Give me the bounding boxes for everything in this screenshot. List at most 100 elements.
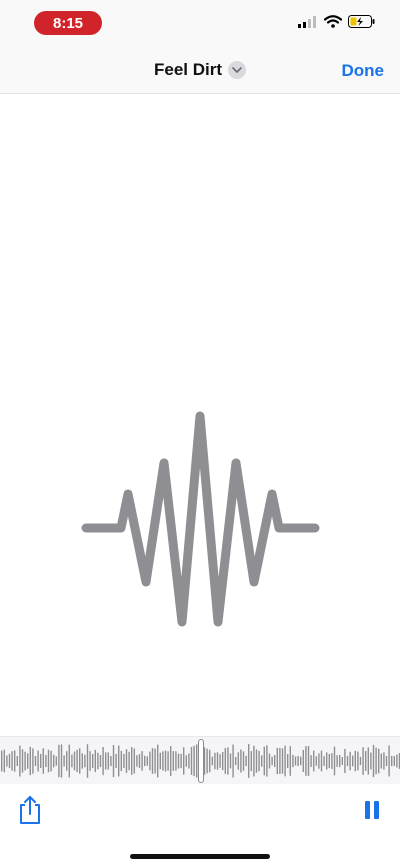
scrubber-bar <box>112 745 115 778</box>
scrubber-bar <box>92 754 94 768</box>
scrubber-bar <box>281 748 284 774</box>
scrubber-bar <box>354 750 356 772</box>
scrubber-bar <box>66 751 68 771</box>
scrubber-bar <box>266 745 268 777</box>
scrubber-bar <box>27 753 29 769</box>
share-icon <box>16 796 44 830</box>
scrubber-bar <box>185 755 187 767</box>
scrubber-bar <box>73 751 76 771</box>
scrubber-bar <box>193 745 195 777</box>
scrubber-bar <box>76 749 78 773</box>
status-time: 8:15 <box>34 11 102 35</box>
scrubber-bar <box>180 753 182 769</box>
pause-button[interactable] <box>360 798 384 822</box>
scrubber-bar <box>81 753 83 769</box>
scrubber-bar <box>203 747 206 775</box>
scrubber-bar <box>177 753 180 769</box>
scrubber-bar <box>362 747 364 775</box>
scrubber-bar <box>115 753 117 769</box>
scrubber-bar <box>157 744 159 778</box>
scrubber-bar <box>40 753 42 768</box>
scrubber-bar <box>190 747 193 775</box>
scrubber-bar <box>118 745 120 777</box>
scrubber-bar <box>240 749 242 773</box>
scrubber-bar <box>136 755 138 767</box>
scrubber-bar <box>245 755 247 767</box>
scrubber-bar <box>292 754 294 768</box>
status-bar: 8:15 <box>0 0 400 48</box>
scrubber-bar <box>222 751 224 771</box>
waveform-scrubber[interactable] <box>0 736 400 784</box>
scrubber-bar <box>45 754 47 767</box>
scrubber-bar <box>21 749 24 773</box>
page-title: Feel Dirt <box>153 60 223 79</box>
scrubber-bar <box>47 749 50 773</box>
scrubber-bar <box>375 747 377 775</box>
scrubber-bar <box>97 752 99 770</box>
scrubber-bar <box>14 750 16 772</box>
playhead-handle[interactable] <box>198 739 204 783</box>
scrubber-bar <box>68 744 70 778</box>
scrubber-bar <box>263 746 265 776</box>
scrubber-bar <box>1 750 3 772</box>
scrubber-bar <box>333 746 336 776</box>
scrubber-bar <box>172 751 174 771</box>
audio-preview-area <box>0 95 400 735</box>
scrubber-bar <box>253 745 255 777</box>
scrubber-bar <box>55 756 57 766</box>
done-button[interactable]: Done <box>342 61 385 81</box>
scrubber-bar <box>94 749 96 773</box>
scrubber-bar <box>188 753 190 769</box>
scrubber-bar <box>331 753 333 769</box>
scrubber-bar <box>294 756 297 766</box>
scrubber-bar <box>63 755 65 767</box>
battery-charging-icon <box>348 15 376 33</box>
scrubber-bar <box>141 751 143 771</box>
scrubber-bar <box>32 748 34 774</box>
scrubber-bar <box>237 752 239 770</box>
scrubber-bar <box>24 751 26 771</box>
scrubber-bar <box>388 745 390 777</box>
scrubber-bar <box>297 755 299 766</box>
scrubber-bar <box>3 749 5 773</box>
scrubber-bar <box>300 756 302 766</box>
pause-icon <box>365 801 370 819</box>
scrubber-bar <box>206 748 208 774</box>
scrubber-bar <box>261 755 263 767</box>
scrubber-bar <box>341 757 343 765</box>
scrubber-bar <box>279 747 281 774</box>
scrubber-bar <box>352 755 354 767</box>
scrubber-bar <box>248 744 250 778</box>
scrubber-bar <box>84 754 86 768</box>
share-button[interactable] <box>16 794 44 826</box>
scrubber-bar <box>310 755 312 767</box>
scrubber-bar <box>133 748 135 774</box>
scrubber-bar <box>224 748 226 774</box>
scrubber-bar <box>71 754 73 768</box>
scrubber-bar <box>162 751 164 771</box>
scrubber-bar <box>318 753 320 769</box>
bottom-toolbar <box>0 784 400 867</box>
scrubber-bar <box>123 753 125 768</box>
scrubber-bar <box>383 752 385 770</box>
scrubber-bar <box>385 756 388 766</box>
scrubber-bar <box>50 750 52 772</box>
scrubber-bar <box>6 755 8 767</box>
scrubber-bar <box>8 753 11 769</box>
scrubber-bar <box>216 752 219 770</box>
scrubber-bar <box>255 749 258 773</box>
chevron-down-icon[interactable] <box>228 61 247 79</box>
scrubber-bar <box>42 748 44 774</box>
scrubber-bar <box>102 747 104 776</box>
scrubber-bar <box>250 751 252 771</box>
scrubber-bar <box>154 748 156 774</box>
scrubber-bar <box>34 756 37 766</box>
scrubber-bar <box>326 752 328 770</box>
scrubber-bar <box>357 751 359 771</box>
scrubber-bar <box>219 754 221 768</box>
scrubber-bar <box>131 747 133 775</box>
scrubber-bar <box>232 744 234 778</box>
scrubber-bar <box>302 750 304 772</box>
title-menu[interactable]: Feel Dirt <box>0 60 400 80</box>
scrubber-bar <box>323 756 325 766</box>
